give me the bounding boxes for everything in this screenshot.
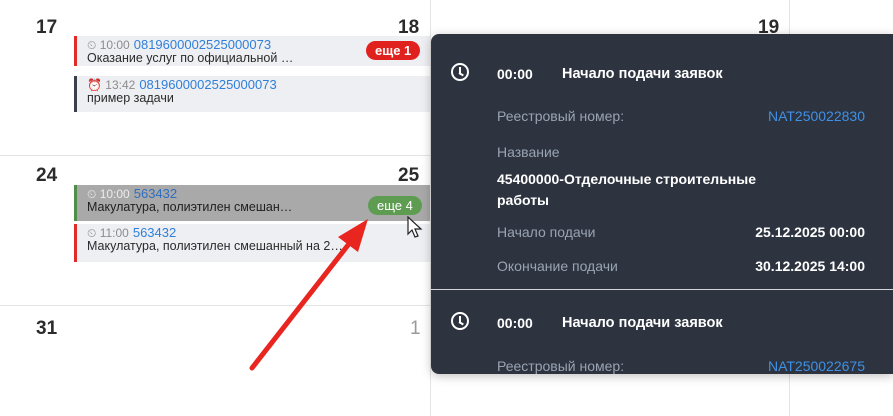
annotation-arrow — [249, 219, 368, 371]
